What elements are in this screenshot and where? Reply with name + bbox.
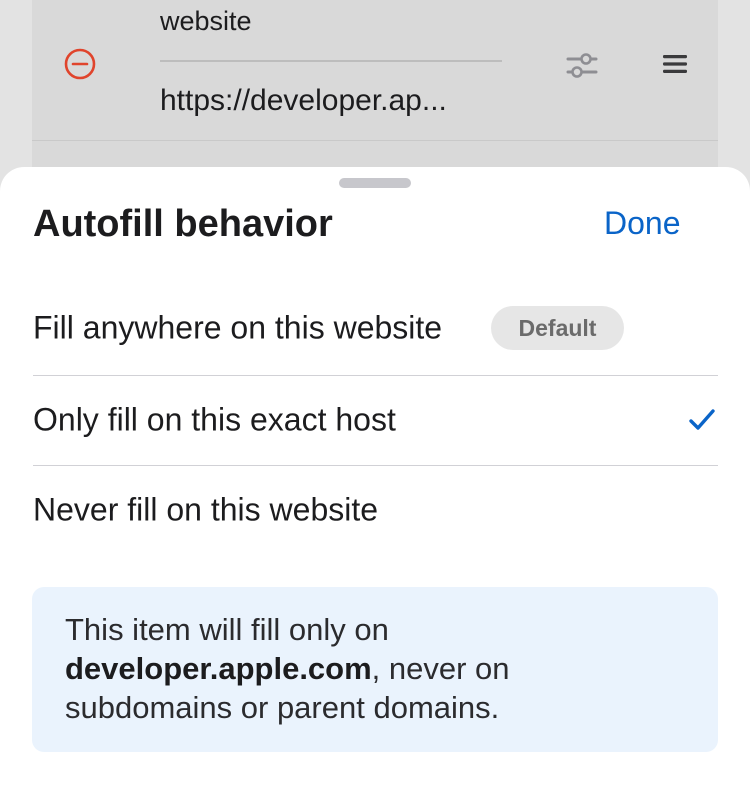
option-fill-anywhere[interactable]: Fill anywhere on this website Default <box>33 283 718 373</box>
done-button[interactable]: Done <box>604 205 681 242</box>
field-divider <box>160 60 502 62</box>
checkmark-icon <box>689 409 715 430</box>
option-never-fill[interactable]: Never fill on this website <box>33 465 718 555</box>
option-label: Fill anywhere on this website <box>33 309 443 346</box>
info-host: developer.apple.com <box>65 651 372 686</box>
field-value[interactable]: https://developer.ap... <box>160 84 447 118</box>
row-divider <box>32 140 718 141</box>
minus-circle-icon[interactable] <box>63 47 97 81</box>
autofill-behavior-sheet: Autofill behavior Done Fill anywhere on … <box>0 167 750 807</box>
reorder-icon[interactable] <box>661 52 689 76</box>
info-callout: This item will fill only on developer.ap… <box>32 587 718 752</box>
info-prefix: This item will fill only on <box>65 612 389 647</box>
sliders-icon[interactable] <box>564 47 600 83</box>
option-exact-host[interactable]: Only fill on this exact host <box>33 375 718 465</box>
option-label: Never fill on this website <box>33 491 379 528</box>
sheet-grabber[interactable] <box>339 178 411 188</box>
field-label: website <box>160 6 252 36</box>
info-text: This item will fill only on developer.ap… <box>65 610 685 727</box>
default-badge: Default <box>491 306 624 350</box>
sheet-title: Autofill behavior <box>33 203 333 245</box>
option-label: Only fill on this exact host <box>33 401 396 438</box>
